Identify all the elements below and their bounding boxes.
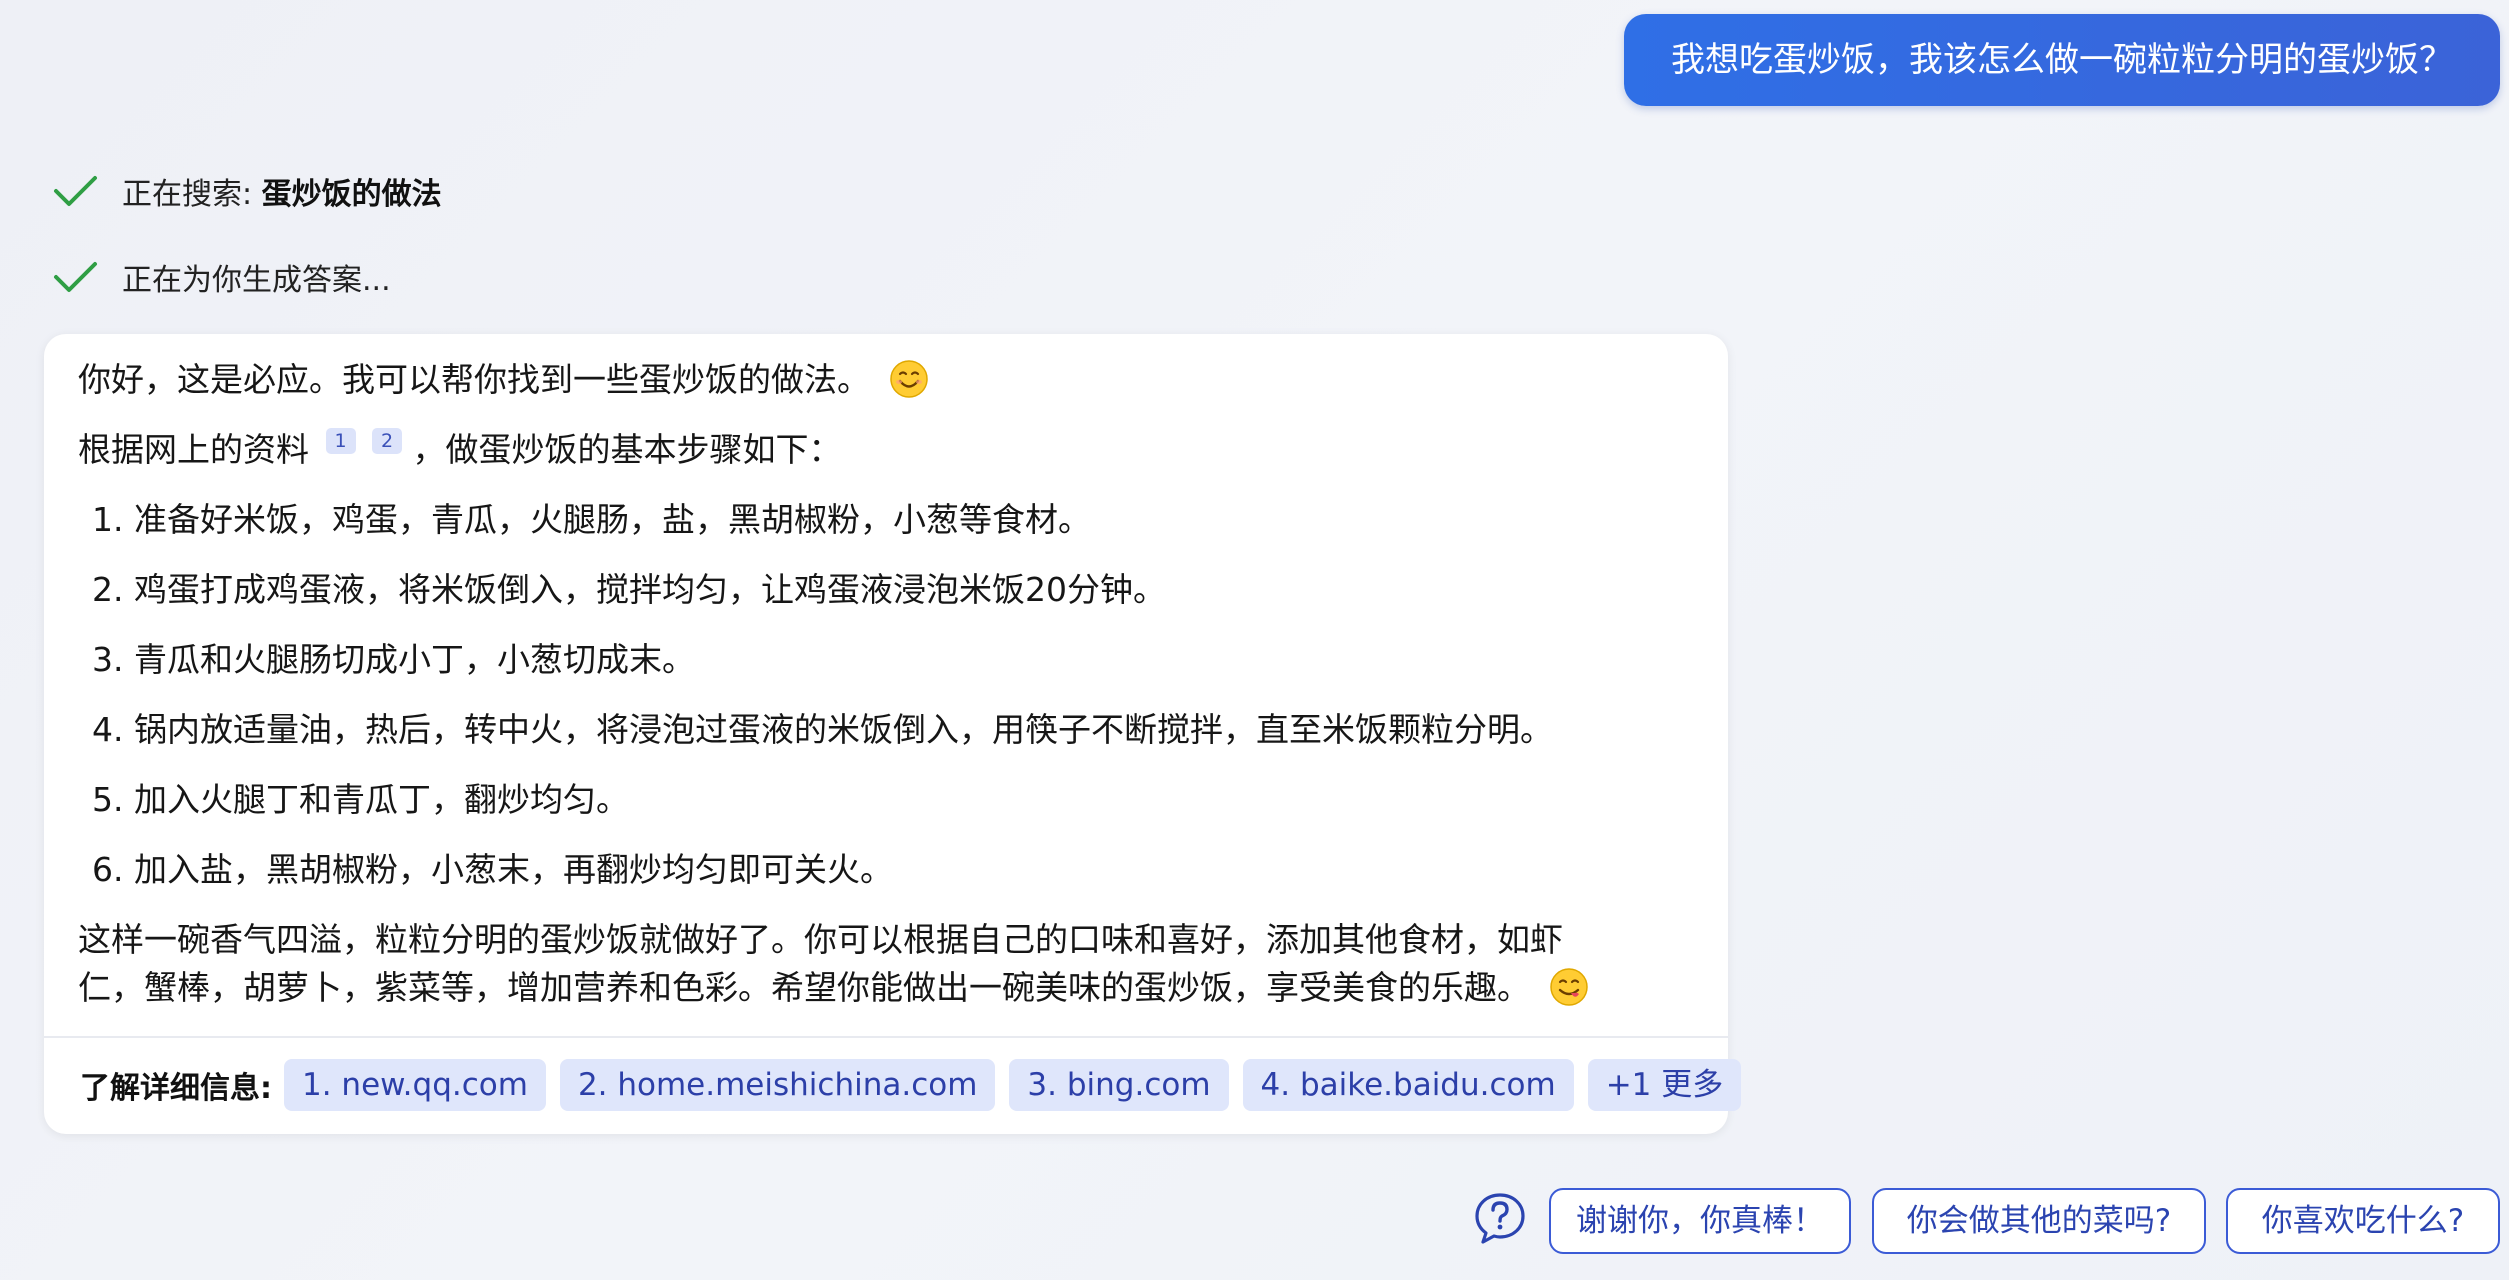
question-bubble-icon[interactable] [1472, 1190, 1528, 1246]
step-item: 5. 加入火腿丁和青瓜丁，翻炒均匀。 [92, 780, 629, 819]
more-sources-button[interactable]: +1 更多 [1587, 1059, 1742, 1111]
suggestion-button-other-dishes[interactable]: 你会做其他的菜吗? [1872, 1188, 2206, 1254]
source-link-1[interactable]: 1. new.qq.com [284, 1059, 546, 1111]
status-generating: 正在为你生成答案... [50, 252, 391, 302]
status-searching: 正在搜索: 蛋炒饭的做法 [50, 166, 442, 216]
source-link-4[interactable]: 4. baike.baidu.com [1242, 1059, 1574, 1111]
citation-link-2[interactable]: 2 [372, 428, 402, 454]
face-savoring-food-emoji-icon [1549, 968, 1588, 1006]
answer-greeting: 你好，这是必应。我可以帮你找到一些蛋炒饭的做法。 [78, 360, 870, 399]
suggestion-button-thanks[interactable]: 谢谢你，你真棒！ [1549, 1188, 1851, 1254]
source-link-2[interactable]: 2. home.meishichina.com [559, 1059, 996, 1111]
user-message-bubble: 我想吃蛋炒饭，我该怎么做一碗粒粒分明的蛋炒饭？ [1624, 14, 2500, 106]
answer-intro-after: ，做蛋炒饭的基本步骤如下： [412, 430, 842, 469]
answer-greeting-line: 你好，这是必应。我可以帮你找到一些蛋炒饭的做法。 [78, 356, 929, 404]
step-item: 2. 鸡蛋打成鸡蛋液，将米饭倒入，搅拌均匀，让鸡蛋液浸泡米饭20分钟。 [92, 570, 1166, 609]
smiling-face-emoji-icon [889, 360, 928, 398]
status-searching-prefix: 正在搜索: [122, 177, 253, 212]
suggestion-button-favorite-food[interactable]: 你喜欢吃什么? [2226, 1188, 2500, 1254]
check-icon [54, 176, 97, 206]
step-item: 1. 准备好米饭，鸡蛋，青瓜，火腿肠，盐，黑胡椒粉，小葱等食材。 [92, 500, 1091, 539]
source-link-3[interactable]: 3. bing.com [1009, 1059, 1229, 1111]
answer-closing-line-2-row: 仁，蟹棒，胡萝卜，紫菜等，增加营养和色彩。希望你能做出一碗美味的蛋炒饭，享受美食… [78, 964, 1589, 1012]
learn-more-label: 了解详细信息: [80, 1071, 272, 1106]
answer-card: 你好，这是必应。我可以帮你找到一些蛋炒饭的做法。 根据网上的资料 1 2 ，做蛋… [44, 334, 1742, 1134]
answer-intro-before: 根据网上的资料 [78, 430, 309, 469]
card-divider [44, 1036, 1728, 1038]
status-generating-text: 正在为你生成答案... [122, 263, 391, 298]
learn-more-row: 了解详细信息: 1. new.qq.com 2. home.meishichin… [80, 1058, 1755, 1112]
step-item: 6. 加入盐，黑胡椒粉，小葱末，再翻炒均匀即可关火。 [92, 850, 893, 889]
step-item: 3. 青瓜和火腿肠切成小丁，小葱切成末。 [92, 640, 695, 679]
answer-closing-line-2: 仁，蟹棒，胡萝卜，紫菜等，增加营养和色彩。希望你能做出一碗美味的蛋炒饭，享受美食… [78, 968, 1530, 1007]
status-search-query: 蛋炒饭的做法 [261, 177, 442, 212]
check-icon [54, 262, 97, 292]
step-item: 4. 锅内放适量油，热后，转中火，将浸泡过蛋液的米饭倒入，用筷子不断搅拌，直至米… [92, 710, 1553, 749]
answer-intro-line: 根据网上的资料 1 2 ，做蛋炒饭的基本步骤如下： [78, 426, 842, 474]
citation-link-1[interactable]: 1 [325, 428, 356, 454]
answer-closing-line-1: 这样一碗香气四溢，粒粒分明的蛋炒饭就做好了。你可以根据自己的口味和喜好，添加其他… [78, 920, 1563, 959]
